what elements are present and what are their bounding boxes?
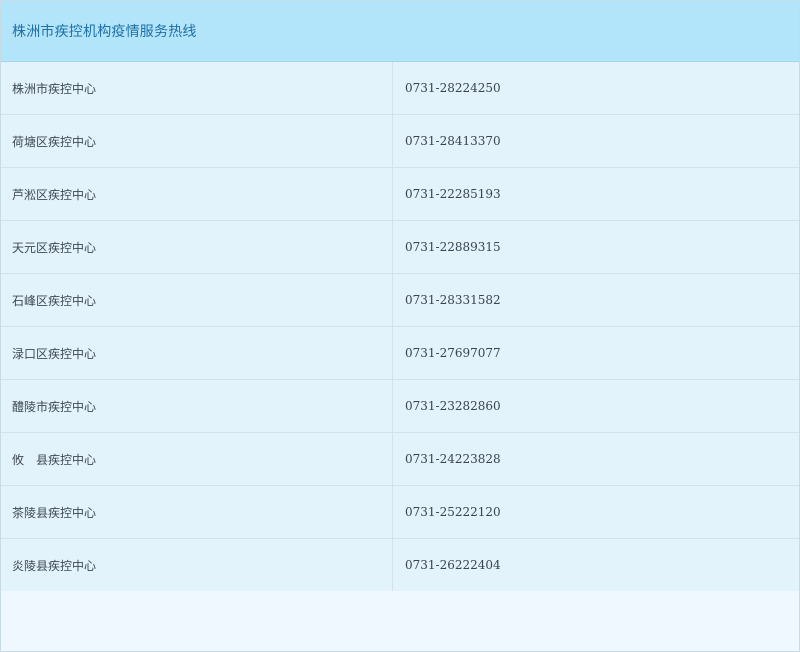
- table-row: 攸 县疾控中心 0731-24223828: [1, 433, 799, 486]
- phone-number[interactable]: 0731-28413370: [393, 115, 799, 167]
- phone-number[interactable]: 0731-25222120: [393, 486, 799, 538]
- center-name: 攸 县疾控中心: [1, 433, 393, 485]
- hotline-panel: 株洲市疾控机构疫情服务热线 株洲市疾控中心 0731-28224250 荷塘区疾…: [0, 0, 800, 652]
- phone-number[interactable]: 0731-28224250: [393, 62, 799, 114]
- center-name: 芦淞区疾控中心: [1, 168, 393, 220]
- table-row: 炎陵县疾控中心 0731-26222404: [1, 539, 799, 592]
- table-row: 醴陵市疾控中心 0731-23282860: [1, 380, 799, 433]
- phone-number[interactable]: 0731-22285193: [393, 168, 799, 220]
- panel-footer: [1, 591, 799, 651]
- table-row: 天元区疾控中心 0731-22889315: [1, 221, 799, 274]
- hotline-table: 株洲市疾控中心 0731-28224250 荷塘区疾控中心 0731-28413…: [1, 62, 799, 592]
- phone-number[interactable]: 0731-23282860: [393, 380, 799, 432]
- panel-header: 株洲市疾控机构疫情服务热线: [1, 1, 799, 62]
- center-name: 石峰区疾控中心: [1, 274, 393, 326]
- table-row: 渌口区疾控中心 0731-27697077: [1, 327, 799, 380]
- phone-number[interactable]: 0731-28331582: [393, 274, 799, 326]
- table-row: 茶陵县疾控中心 0731-25222120: [1, 486, 799, 539]
- phone-number[interactable]: 0731-24223828: [393, 433, 799, 485]
- phone-number[interactable]: 0731-22889315: [393, 221, 799, 273]
- center-name: 炎陵县疾控中心: [1, 539, 393, 591]
- table-row: 芦淞区疾控中心 0731-22285193: [1, 168, 799, 221]
- center-name: 渌口区疾控中心: [1, 327, 393, 379]
- center-name: 天元区疾控中心: [1, 221, 393, 273]
- center-name: 株洲市疾控中心: [1, 62, 393, 114]
- center-name: 茶陵县疾控中心: [1, 486, 393, 538]
- phone-number[interactable]: 0731-26222404: [393, 539, 799, 591]
- page-title: 株洲市疾控机构疫情服务热线: [12, 24, 197, 40]
- phone-number[interactable]: 0731-27697077: [393, 327, 799, 379]
- center-name: 荷塘区疾控中心: [1, 115, 393, 167]
- table-row: 石峰区疾控中心 0731-28331582: [1, 274, 799, 327]
- table-row: 株洲市疾控中心 0731-28224250: [1, 62, 799, 115]
- table-row: 荷塘区疾控中心 0731-28413370: [1, 115, 799, 168]
- center-name: 醴陵市疾控中心: [1, 380, 393, 432]
